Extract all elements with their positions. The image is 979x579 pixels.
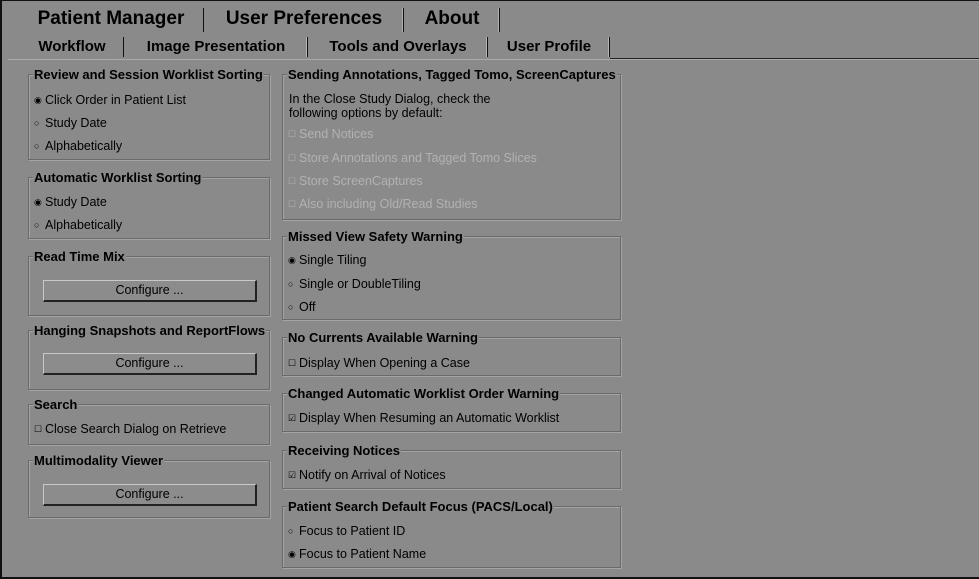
radio-off[interactable]: ○ Off <box>288 299 315 315</box>
option-label: Send Notices <box>299 127 374 141</box>
checkbox-notify-on-arrival[interactable]: ☑ Notify on Arrival of Notices <box>288 467 446 483</box>
option-label: Focus to Patient Name <box>299 547 427 561</box>
radio-study-date[interactable]: ○ Study Date <box>34 115 107 131</box>
tab-image-presentation[interactable]: Image Presentation <box>124 35 308 59</box>
checkbox-store-screencaptures[interactable]: ☐ Store ScreenCaptures <box>288 173 423 189</box>
multimodality-title: Multimodality Viewer <box>33 453 165 468</box>
radio-single-tiling[interactable]: ◉ Single Tiling <box>288 252 366 268</box>
radio-icon: ○ <box>288 302 294 312</box>
tab-label: User Preferences <box>225 8 383 29</box>
radio-single-or-double-tiling[interactable]: ○ Single or DoubleTiling <box>288 276 421 292</box>
option-label: Also including Old/Read Studies <box>299 197 478 211</box>
radio-selected-icon: ◉ <box>288 255 296 265</box>
search-title: Search <box>33 397 79 412</box>
option-label: Click Order in Patient List <box>45 93 187 107</box>
tab-label: Image Presentation <box>146 38 286 55</box>
radio-icon: ○ <box>34 141 40 151</box>
receiving-notices-title: Receiving Notices <box>287 443 401 458</box>
tab-user-profile[interactable]: User Profile <box>488 35 610 59</box>
multimodality-configure-button[interactable]: Configure ... <box>43 484 257 506</box>
radio-selected-icon: ◉ <box>288 549 296 559</box>
checkbox-display-when-opening[interactable]: ☐ Display When Opening a Case <box>288 355 470 371</box>
radio-icon: ○ <box>288 279 294 289</box>
checkbox-close-search-dialog[interactable]: ☐ Close Search Dialog on Retrieve <box>34 421 226 437</box>
changed-order-title: Changed Automatic Worklist Order Warning <box>287 386 561 401</box>
sending-description-line1: In the Close Study Dialog, check the <box>289 92 491 106</box>
checkbox-store-annotations[interactable]: ☐ Store Annotations and Tagged Tomo Slice… <box>288 150 537 166</box>
option-label: Store ScreenCaptures <box>299 174 423 188</box>
option-label: Store Annotations and Tagged Tomo Slices <box>299 151 537 165</box>
tab-label: User Profile <box>506 38 592 55</box>
radio-selected-icon: ◉ <box>34 197 42 207</box>
option-label: Single or DoubleTiling <box>299 277 421 291</box>
tab-patient-manager[interactable]: Patient Manager <box>18 3 204 32</box>
option-label: Off <box>299 300 316 314</box>
radio-selected-icon: ◉ <box>34 95 42 105</box>
hanging-snapshots-configure-button[interactable]: Configure ... <box>43 353 257 375</box>
auto-sorting-title: Automatic Worklist Sorting <box>33 170 203 185</box>
tab-label: Tools and Overlays <box>329 38 467 55</box>
read-time-mix-configure-button[interactable]: Configure ... <box>43 280 257 302</box>
radio-click-order[interactable]: ◉ Click Order in Patient List <box>34 92 186 108</box>
checkbox-icon: ☐ <box>288 358 297 368</box>
sending-description-line2: following options by default: <box>289 106 443 120</box>
option-label: Study Date <box>45 116 107 130</box>
checkbox-send-notices[interactable]: ☐ Send Notices <box>288 126 373 142</box>
read-time-mix-title: Read Time Mix <box>33 249 126 264</box>
option-label: Single Tiling <box>299 253 367 267</box>
tab-label: Patient Manager <box>37 8 185 29</box>
checkbox-icon: ☐ <box>288 199 297 209</box>
tab-label: Workflow <box>38 38 106 55</box>
checkbox-icon: ☐ <box>288 129 297 139</box>
checkbox-include-old-studies[interactable]: ☐ Also including Old/Read Studies <box>288 196 478 212</box>
tab-workflow[interactable]: Workflow <box>20 35 124 59</box>
radio-alphabetically[interactable]: ○ Alphabetically <box>34 138 122 154</box>
option-label: Alphabetically <box>45 218 123 232</box>
option-label: Alphabetically <box>45 139 123 153</box>
checkbox-icon: ☐ <box>34 424 43 434</box>
radio-focus-patient-id[interactable]: ○ Focus to Patient ID <box>288 523 405 539</box>
tab-user-preferences[interactable]: User Preferences <box>204 3 404 32</box>
radio-icon: ○ <box>34 118 40 128</box>
checkbox-icon: ☐ <box>288 176 297 186</box>
option-label: Close Search Dialog on Retrieve <box>45 422 227 436</box>
tab-about[interactable]: About <box>404 3 500 32</box>
tab-label: About <box>424 8 480 29</box>
radio-auto-study-date[interactable]: ◉ Study Date <box>34 194 107 210</box>
checkbox-checked-icon: ☑ <box>288 470 297 480</box>
radio-focus-patient-name[interactable]: ◉ Focus to Patient Name <box>288 546 426 562</box>
radio-icon: ○ <box>288 526 294 536</box>
patient-search-focus-title: Patient Search Default Focus (PACS/Local… <box>287 499 554 514</box>
checkbox-display-when-resuming[interactable]: ☑ Display When Resuming an Automatic Work… <box>288 410 559 426</box>
option-label: Focus to Patient ID <box>299 524 406 538</box>
checkbox-checked-icon: ☑ <box>288 413 297 423</box>
option-label: Display When Opening a Case <box>299 356 470 370</box>
option-label: Study Date <box>45 195 107 209</box>
radio-auto-alphabetically[interactable]: ○ Alphabetically <box>34 217 122 233</box>
review-sorting-title: Review and Session Worklist Sorting <box>33 67 264 82</box>
sending-annotations-title: Sending Annotations, Tagged Tomo, Screen… <box>287 67 617 82</box>
tab-tools-and-overlays[interactable]: Tools and Overlays <box>308 35 488 59</box>
hanging-snapshots-title: Hanging Snapshots and ReportFlows <box>33 323 267 338</box>
missed-view-title: Missed View Safety Warning <box>287 229 464 244</box>
option-label: Notify on Arrival of Notices <box>299 468 446 482</box>
option-label: Display When Resuming an Automatic Workl… <box>299 411 560 425</box>
radio-icon: ○ <box>34 220 40 230</box>
checkbox-icon: ☐ <box>288 153 297 163</box>
tab-strip-highlight <box>8 59 979 60</box>
no-currents-title: No Currents Available Warning <box>287 330 479 345</box>
